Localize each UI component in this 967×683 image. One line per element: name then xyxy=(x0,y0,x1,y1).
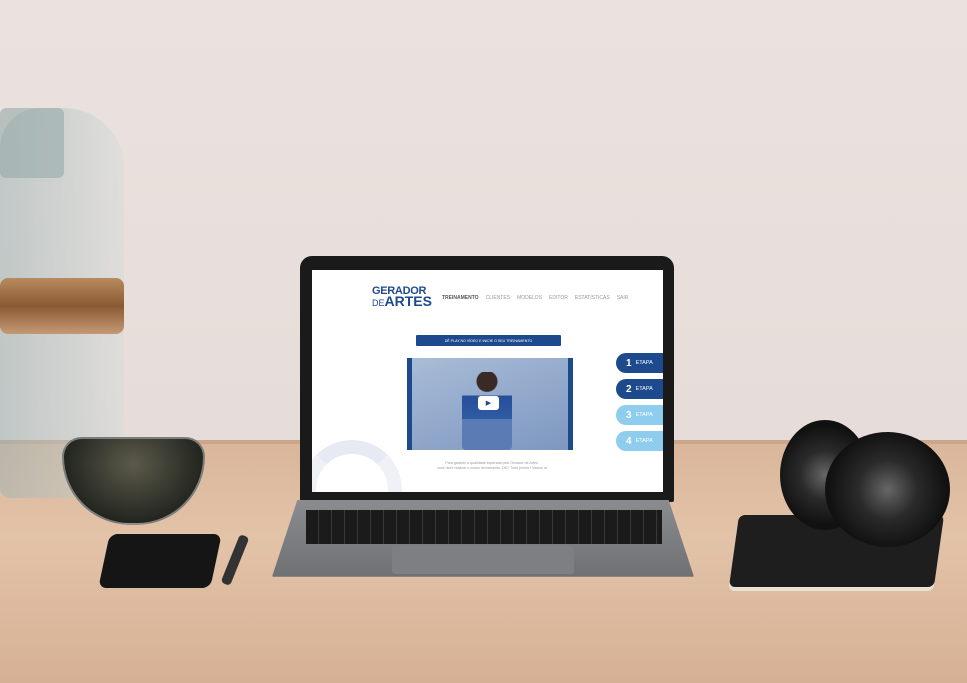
step-4[interactable]: 4 ETAPA xyxy=(616,431,663,451)
smartphone xyxy=(98,534,222,588)
steps-list: 1 ETAPA 2 ETAPA 3 ETAPA 4 ETAPA xyxy=(616,353,663,451)
step-number: 4 xyxy=(626,435,632,447)
main-nav: TREINAMENTO CLIENTES MODELOS EDITOR ESTA… xyxy=(442,295,628,301)
caption-line2: você deve realizar o nosso treinamento. … xyxy=(437,466,547,471)
step-label: ETAPA xyxy=(635,412,653,418)
step-number: 2 xyxy=(626,383,632,395)
logo-de: DE xyxy=(372,298,385,309)
nav-modelos[interactable]: MODELOS xyxy=(517,295,542,301)
step-3[interactable]: 3 ETAPA xyxy=(616,405,663,425)
nav-treinamento[interactable]: TREINAMENTO xyxy=(442,295,479,301)
step-number: 3 xyxy=(626,409,632,421)
presenter-image xyxy=(462,372,512,450)
decorative-sunburst xyxy=(312,440,402,492)
step-2[interactable]: 2 ETAPA xyxy=(616,379,663,399)
nav-clientes[interactable]: CLIENTES xyxy=(486,295,510,301)
nav-sair[interactable]: SAIR xyxy=(617,295,629,301)
step-1[interactable]: 1 ETAPA xyxy=(616,353,663,373)
headphone-right-cup xyxy=(825,432,950,547)
instruction-banner: DÊ PLAY NO VÍDEO E INICIE O SEU TREINAME… xyxy=(416,335,561,346)
step-label: ETAPA xyxy=(635,360,653,366)
nav-estatisticas[interactable]: ESTATÍSTICAS xyxy=(575,295,610,301)
step-label: ETAPA xyxy=(635,386,653,392)
vase-wood-ring xyxy=(0,278,124,334)
logo[interactable]: GERADOR DEARTES xyxy=(372,285,432,310)
keyboard xyxy=(306,510,662,544)
trackpad xyxy=(392,546,574,574)
step-label: ETAPA xyxy=(635,438,653,444)
video-player[interactable]: ▶ xyxy=(407,358,573,450)
training-caption: Para garantir a qualidade esperada pelo … xyxy=(412,461,572,472)
nav-editor[interactable]: EDITOR xyxy=(549,295,568,301)
play-icon[interactable]: ▶ xyxy=(478,396,499,410)
step-number: 1 xyxy=(626,357,632,369)
laptop-screen: GERADOR DEARTES TREINAMENTO CLIENTES MOD… xyxy=(312,270,663,492)
vase-neck xyxy=(0,108,64,178)
logo-line2: ARTES xyxy=(384,293,432,310)
